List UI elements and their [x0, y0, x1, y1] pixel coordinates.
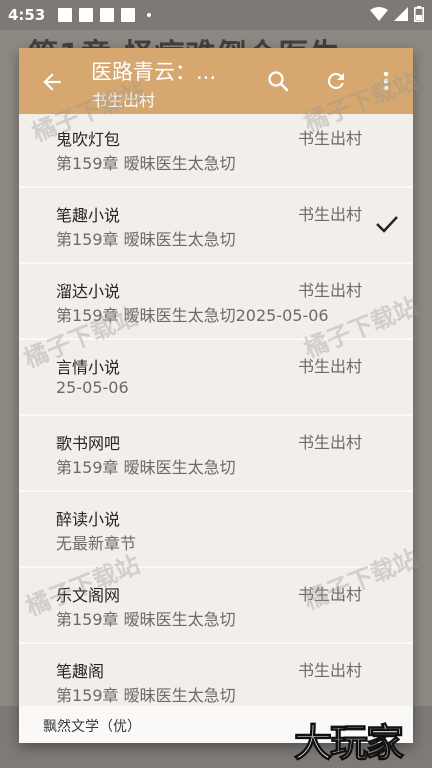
latest-chapter: 第159章 暧昧医生太急切	[56, 230, 236, 249]
check-icon	[376, 216, 398, 233]
source-row[interactable]: 鬼吹灯包 书生出村第159章 暧昧医生太急切	[19, 114, 413, 186]
status-bar: 4:53	[0, 0, 432, 30]
source-author: 书生出村	[298, 661, 363, 680]
latest-chapter: 第159章 暧昧医生太急切2025-05-06	[56, 306, 329, 325]
source-name: 笔趣小说	[56, 206, 121, 225]
latest-chapter: 25-05-06	[56, 378, 129, 397]
dialog-toolbar: 医路青云：... 书生出村	[19, 48, 413, 114]
source-row[interactable]: 乐文阁网 书生出村第159章 暧昧医生太急切	[19, 566, 413, 642]
search-icon[interactable]	[266, 69, 290, 93]
latest-chapter: 第159章 暧昧医生太急切	[56, 154, 236, 173]
source-name: 鬼吹灯包	[56, 130, 121, 149]
source-author: 书生出村	[298, 433, 363, 452]
latest-chapter: 第159章 暧昧医生太急切	[56, 610, 236, 629]
current-source-label: 飘然文学（优）	[43, 719, 141, 735]
notification-icon	[100, 8, 115, 22]
latest-chapter: 第159章 暧昧医生太急切	[56, 458, 236, 477]
book-author: 书生出村	[91, 91, 156, 110]
source-author: 书生出村	[298, 357, 363, 376]
latest-chapter: 无最新章节	[56, 534, 137, 553]
change-source-dialog: 医路青云：... 书生出村 鬼吹灯包 书生出村 第159章 暧昧医生太急切 笔趣小说书…	[19, 48, 413, 743]
battery-icon	[414, 6, 424, 22]
latest-chapter: 第159章 暧昧医生太急切	[56, 686, 236, 705]
source-row[interactable]: 溜达小说 书生出村第159章 暧昧医生太急切2025-05-06	[19, 262, 413, 338]
notification-icon	[121, 8, 136, 22]
more-vert-icon[interactable]	[379, 69, 393, 93]
refresh-icon[interactable]	[324, 69, 348, 93]
source-name: 歌书网吧	[56, 434, 121, 453]
source-row[interactable]: 言情小说 书生出村 25-05-06	[19, 338, 413, 414]
source-list: 鬼吹灯包 书生出村 第159章 暧昧医生太急切 笔趣小说 书生出村 第159章 暧昧医生太…	[19, 114, 413, 718]
source-row[interactable]: 醉读小说 无最新章节	[19, 490, 413, 566]
signal-icon	[394, 7, 408, 21]
source-author: 书生出村	[298, 129, 363, 148]
notification-icon	[79, 8, 94, 22]
status-time: 4:53	[8, 6, 46, 24]
source-name: 醉读小说	[56, 510, 121, 529]
source-author: 书生出村	[298, 585, 363, 604]
back-arrow-icon[interactable]	[39, 69, 65, 95]
source-name: 乐文阁网	[56, 586, 121, 605]
source-name: 笔趣阁	[56, 662, 105, 681]
source-row[interactable]: 歌书网吧 书生出村第159章 暧昧医生太急切	[19, 414, 413, 490]
book-title: 医路青云：...	[91, 60, 217, 84]
notification-icon	[58, 8, 73, 22]
source-author: 书生出村	[298, 205, 363, 224]
source-row[interactable]: 笔趣小说 书生出村第159章 暧昧医生太急切	[19, 186, 413, 262]
source-author: 书生出村	[298, 281, 363, 300]
source-name: 溜达小说	[56, 282, 121, 301]
wifi-icon	[370, 7, 388, 21]
site-logo: 大玩家	[293, 720, 404, 765]
source-name: 言情小说	[56, 358, 121, 377]
more-notifications-icon	[147, 13, 152, 17]
